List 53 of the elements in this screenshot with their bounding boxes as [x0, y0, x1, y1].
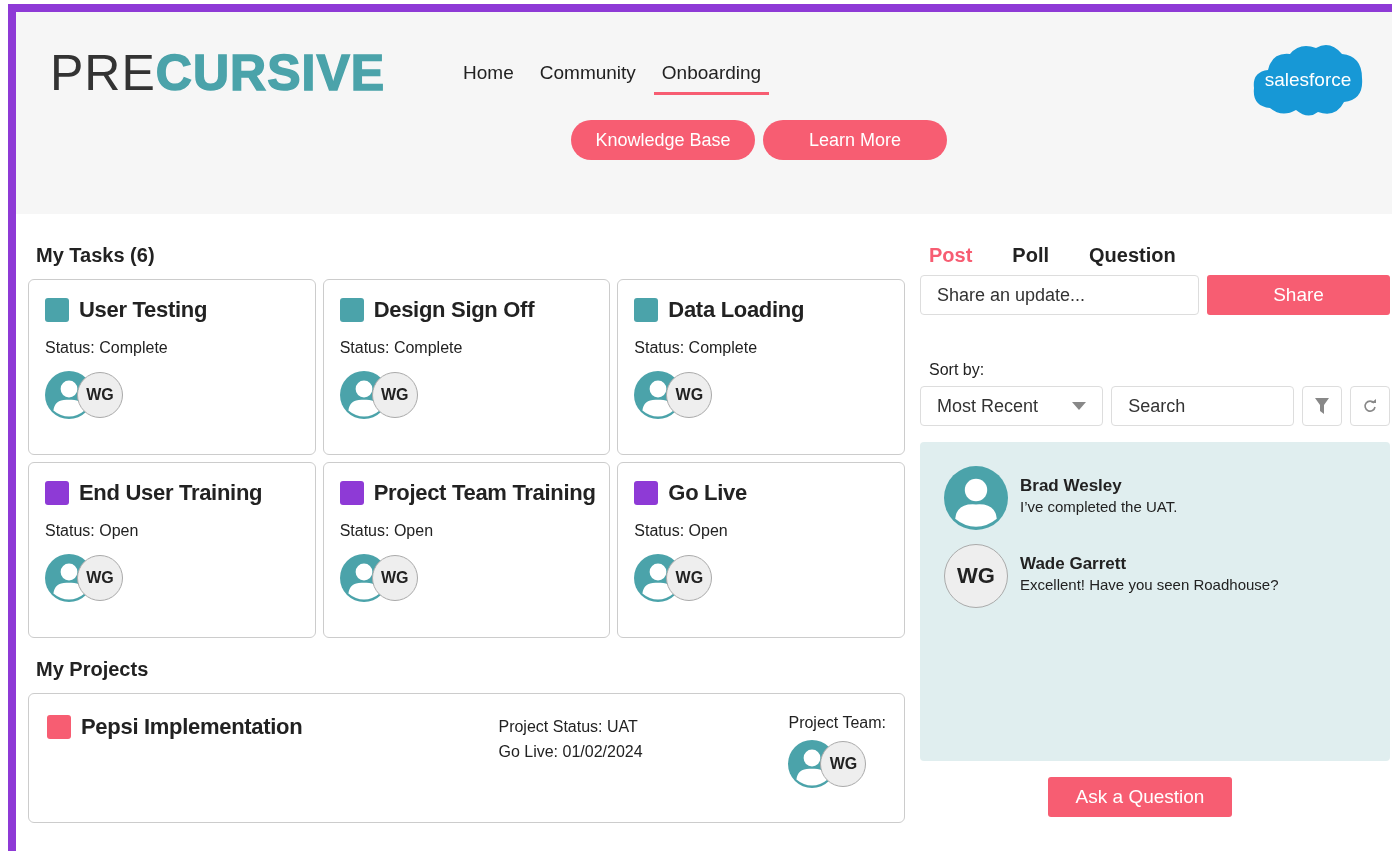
section-title: My Tasks (6) — [36, 244, 156, 267]
nav-link[interactable]: Community — [531, 55, 644, 95]
section-title: My Projects — [36, 658, 150, 681]
task-title: Design Sign Off — [373, 297, 535, 323]
refresh-button[interactable] — [1350, 386, 1390, 426]
task-title: Project Team Training — [373, 480, 596, 506]
avatar-initials: WG — [77, 372, 123, 418]
task-card[interactable]: Data Loading Status: Complete WG — [617, 279, 905, 455]
task-card[interactable]: Design Sign Off Status: Complete WG — [322, 279, 611, 455]
avatar-initials: WG — [371, 372, 418, 418]
filter-icon — [1315, 398, 1330, 414]
search-field[interactable]: Search — [1111, 386, 1295, 426]
avatar-initials: WG — [944, 544, 1008, 608]
task-card[interactable]: Go Live Status: Open WG — [617, 462, 905, 638]
avatar-initials: WG — [820, 741, 867, 787]
task-title: User Testing — [79, 297, 208, 323]
sort-dropdown[interactable]: Most Recent — [920, 386, 1104, 426]
task-card[interactable]: User Testing Status: Complete WG — [28, 279, 316, 455]
share-field[interactable]: Share an update... — [920, 275, 1199, 315]
task-status: Status: Open — [634, 522, 729, 540]
feed-tab[interactable]: Poll — [1012, 244, 1049, 267]
post-author: Wade Garrett — [1020, 554, 1128, 574]
post-text: I’ve completed the UAT. — [1020, 498, 1178, 515]
task-title: Data Loading — [668, 297, 805, 323]
nav-link[interactable]: Home — [455, 55, 522, 95]
avatar-initials: WG — [77, 555, 123, 601]
caret-icon — [1072, 402, 1087, 410]
project-card[interactable]: Pepsi Implementation Project Status: UAT Go Live: 01/02/2024 Project Team: WG — [28, 693, 905, 823]
post-author: Brad Wesley — [1020, 476, 1123, 496]
task-card[interactable]: End User Training Status: Open WG — [28, 462, 316, 638]
nav-link[interactable]: Onboarding — [653, 55, 770, 95]
project-status: Project Status: UAT — [498, 717, 639, 737]
task-status: Status: Complete — [45, 339, 169, 357]
task-status: Status: Open — [339, 522, 435, 540]
person-avatar-icon — [944, 466, 1008, 530]
task-card[interactable]: Project Team Training Status: Open WG — [322, 462, 611, 638]
avatar-initials: WG — [666, 555, 713, 601]
task-status: Status: Open — [45, 522, 140, 540]
team-label: Project Team: — [788, 714, 886, 731]
feed-tab[interactable]: Question — [1089, 244, 1176, 267]
precursive-logo: PRECURSIVE — [50, 48, 386, 98]
task-status: Status: Complete — [634, 339, 759, 357]
refresh-icon — [1363, 399, 1378, 413]
filter-button[interactable] — [1302, 386, 1343, 426]
project-title: Pepsi Implementation — [81, 714, 303, 740]
avatar-initials: WG — [666, 372, 713, 418]
sort-label: Sort by: — [929, 361, 986, 379]
task-title: End User Training — [79, 480, 263, 506]
task-title: Go Live — [668, 480, 747, 506]
go-live-date: Go Live: 01/02/2024 — [498, 742, 644, 762]
avatar-initials: WG — [371, 555, 418, 601]
task-status: Status: Complete — [339, 339, 464, 357]
post-text: Excellent! Have you seen Roadhouse? — [1020, 576, 1279, 593]
